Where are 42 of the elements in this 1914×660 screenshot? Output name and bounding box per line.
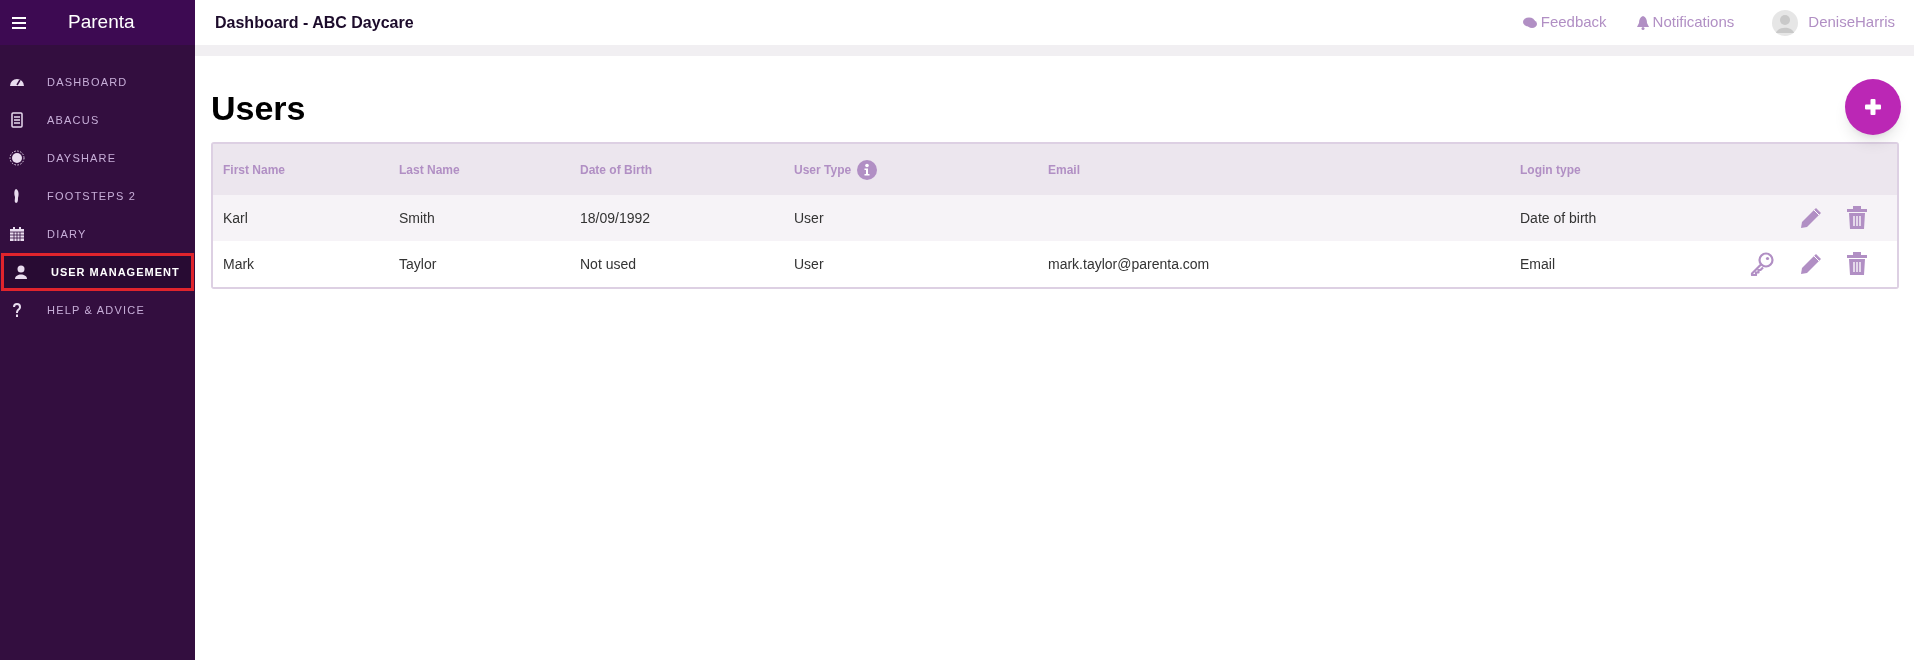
sidebar-item[interactable]: FOOTSTEPS 2 (0, 177, 195, 215)
key-icon[interactable] (1749, 252, 1775, 276)
sidebar-item[interactable]: ABACUS (0, 101, 195, 139)
page-heading: Dashboard - ABC Daycare (215, 12, 414, 33)
plus-icon (1865, 99, 1881, 115)
menu-icon[interactable] (12, 16, 26, 29)
user-icon (13, 264, 29, 280)
avatar-icon[interactable] (1772, 9, 1799, 36)
table-cell: Smith (399, 210, 435, 226)
column-header: Last Name (399, 161, 460, 179)
table-cell: Not used (580, 256, 637, 272)
trash-icon[interactable] (1847, 252, 1867, 276)
column-header: Email (1048, 161, 1080, 179)
pencil-icon[interactable] (1799, 252, 1823, 276)
sidebar-item[interactable]: USER MANAGEMENT (1, 253, 194, 291)
table-cell: User (794, 256, 824, 272)
pencil-icon[interactable] (1799, 206, 1823, 230)
table-cell: Date of birth (1520, 210, 1597, 226)
page-title: Users (211, 88, 306, 128)
brand-name: Parenta (68, 10, 135, 35)
sidebar-item[interactable]: DAYSHARE (0, 139, 195, 177)
table-cell: mark.taylor@parenta.com (1048, 256, 1210, 272)
column-header: First Name (223, 161, 286, 179)
add-button[interactable] (1845, 79, 1901, 135)
table-cell: Karl (223, 210, 248, 226)
table-cell: Email (1520, 256, 1555, 272)
sidebar-item[interactable]: DIARY (0, 215, 195, 253)
sidebar-item[interactable]: DASHBOARD (0, 63, 195, 101)
table-cell: Mark (223, 256, 255, 272)
sidebar-item[interactable]: HELP & ADVICE (0, 291, 195, 329)
trash-icon[interactable] (1847, 206, 1867, 230)
table-cell: User (794, 210, 824, 226)
table-cell: 18/09/1992 (580, 210, 651, 226)
column-header: Login type (1520, 161, 1581, 179)
abacus-icon (9, 112, 25, 128)
bell-icon (1636, 15, 1649, 30)
table-cell: Taylor (399, 256, 437, 272)
column-header: User Type (794, 161, 852, 179)
calendar-icon (9, 226, 25, 242)
info-icon[interactable] (857, 159, 878, 180)
sun-icon (9, 150, 25, 166)
column-header: Date of Birth (580, 161, 652, 179)
